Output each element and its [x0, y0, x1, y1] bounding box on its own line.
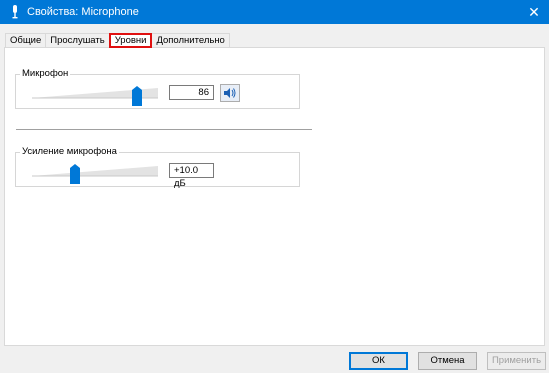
levels-tab-page: Микрофон 86 Усиление микрофона +10.0 дБ: [4, 47, 545, 346]
window-title: Свойства: Microphone: [27, 6, 139, 18]
microphone-boost-slider-thumb[interactable]: [70, 164, 80, 184]
microphone-icon: [9, 4, 21, 20]
microphone-boost-label: Усиление микрофона: [20, 146, 119, 158]
title-bar: Свойства: Microphone ✕: [0, 0, 549, 24]
speaker-icon[interactable]: [220, 84, 240, 102]
separator-line: [16, 129, 312, 130]
microphone-label: Микрофон: [20, 68, 71, 80]
tab-levels[interactable]: Уровни: [108, 33, 153, 48]
microphone-boost-group: Усиление микрофона +10.0 дБ: [15, 146, 300, 189]
ok-button[interactable]: ОК: [349, 352, 408, 370]
microphone-boost-slider[interactable]: [32, 162, 158, 184]
apply-button[interactable]: Применить: [487, 352, 546, 370]
slider-track: [32, 166, 158, 177]
microphone-boost-value[interactable]: +10.0 дБ: [169, 163, 214, 189]
microphone-level-value[interactable]: 86: [169, 85, 214, 100]
microphone-slider[interactable]: [32, 84, 158, 106]
microphone-slider-thumb[interactable]: [132, 86, 142, 106]
cancel-button[interactable]: Отмена: [418, 352, 477, 370]
close-icon[interactable]: ✕: [519, 0, 549, 24]
microphone-group: Микрофон 86: [15, 68, 300, 109]
